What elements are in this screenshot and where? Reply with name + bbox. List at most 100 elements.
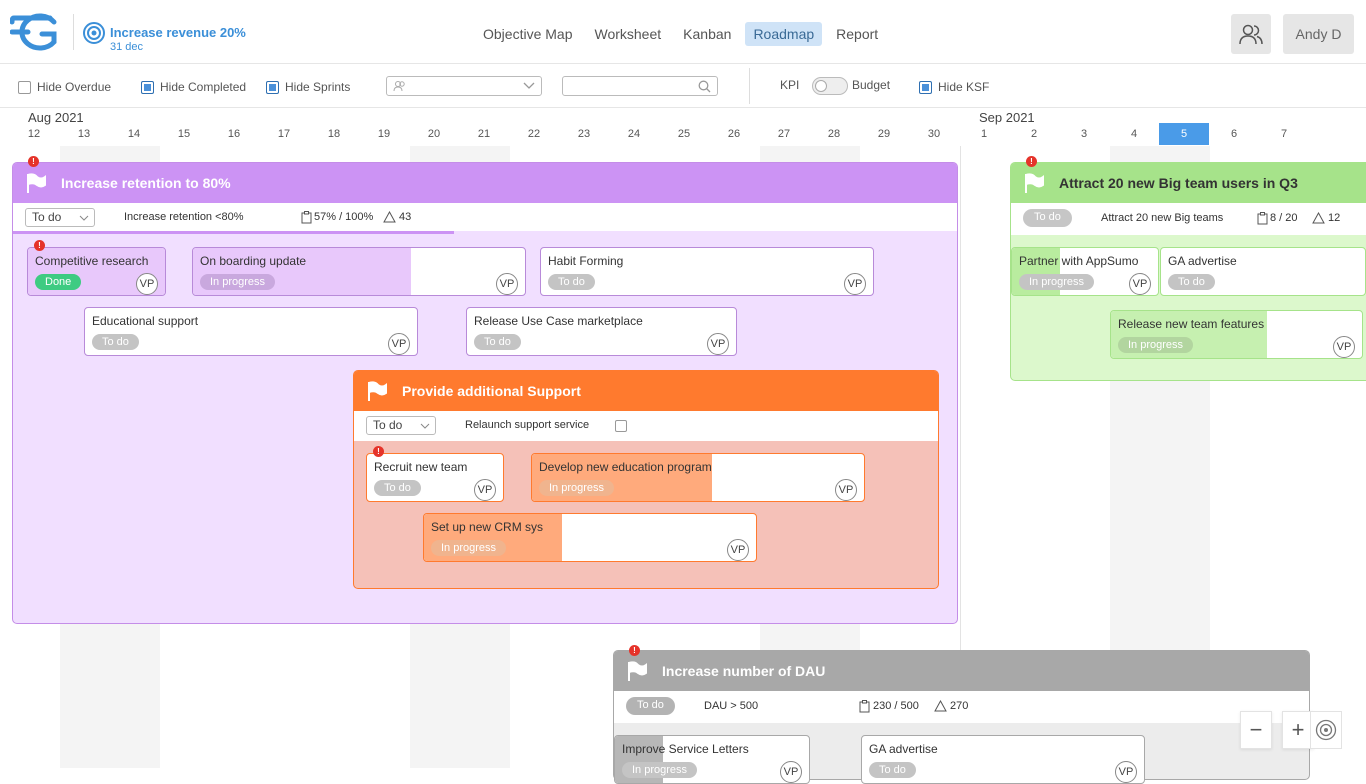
objective-header[interactable]: Provide additional Support xyxy=(354,371,938,411)
task-card[interactable]: Educational support To do VP xyxy=(84,307,418,356)
day-label: 3 xyxy=(1080,128,1088,140)
search-input[interactable] xyxy=(562,76,718,96)
tab-kanban[interactable]: Kanban xyxy=(675,22,739,46)
day-label: 23 xyxy=(577,128,591,140)
status-value: To do xyxy=(32,210,62,224)
task-card[interactable]: Set up new CRM sys In progress VP xyxy=(423,513,757,562)
card-status[interactable]: In progress xyxy=(431,540,507,556)
assignee-select[interactable] xyxy=(386,76,542,96)
day-label: 28 xyxy=(827,128,841,140)
tab-report[interactable]: Report xyxy=(828,22,886,46)
card-status[interactable]: To do xyxy=(92,334,139,350)
objective-title: Increase number of DAU xyxy=(662,663,826,679)
card-title: GA advertise xyxy=(1168,254,1237,268)
avatar[interactable]: VP xyxy=(1333,336,1355,358)
kpi-label: KPI xyxy=(780,78,800,92)
objective-header[interactable]: Attract 20 new Big team users in Q3 xyxy=(1011,163,1366,203)
day-label: 20 xyxy=(427,128,441,140)
card-status[interactable]: To do xyxy=(1168,274,1215,290)
card-status[interactable]: To do xyxy=(474,334,521,350)
avatar[interactable]: VP xyxy=(707,333,729,355)
card-status[interactable]: In progress xyxy=(1019,274,1095,290)
status-pill[interactable]: To do xyxy=(626,697,675,715)
card-status[interactable]: To do xyxy=(548,274,595,290)
chevron-down-icon xyxy=(523,82,535,89)
card-status[interactable]: In progress xyxy=(622,762,698,778)
card-status[interactable]: To do xyxy=(869,762,916,778)
task-card[interactable]: Recruit new team To do VP xyxy=(366,453,504,502)
flag-icon xyxy=(27,173,46,193)
hide-sprints-checkbox[interactable]: Hide Sprints xyxy=(266,80,350,94)
card-status[interactable]: To do xyxy=(374,480,421,496)
team-users-button[interactable] xyxy=(1231,14,1271,54)
avatar[interactable]: VP xyxy=(780,761,802,783)
tab-worksheet[interactable]: Worksheet xyxy=(586,22,669,46)
toggle-knob xyxy=(815,80,827,92)
card-status[interactable]: In progress xyxy=(539,480,615,496)
tab-objective-map[interactable]: Objective Map xyxy=(475,22,580,46)
checkbox-label: Hide Sprints xyxy=(285,80,351,94)
alert-icon: ! xyxy=(28,156,39,167)
objective-meta: To do Attract 20 new Big teams 8 / 20 12 xyxy=(1011,203,1366,235)
day-label: 4 xyxy=(1130,128,1138,140)
kpi-budget-toggle[interactable] xyxy=(812,77,848,95)
day-label: 6 xyxy=(1230,128,1238,140)
kpi-checkbox[interactable] xyxy=(615,420,627,432)
avatar[interactable]: VP xyxy=(844,273,866,295)
avatar[interactable]: VP xyxy=(1115,761,1137,783)
alert-icon: ! xyxy=(34,240,45,251)
checkbox-box[interactable] xyxy=(18,80,31,94)
clipboard-icon xyxy=(301,211,312,224)
task-card[interactable]: Competitive research Done VP xyxy=(27,247,166,296)
task-card[interactable]: On boarding update In progress VP xyxy=(192,247,526,296)
day-label: 17 xyxy=(277,128,291,140)
card-status[interactable]: Done xyxy=(35,274,82,290)
objective-header[interactable]: Increase number of DAU xyxy=(614,651,1309,691)
avatar[interactable]: VP xyxy=(136,273,158,295)
kpi-text: Relaunch support service xyxy=(465,419,590,431)
task-card[interactable]: GA advertise To do xyxy=(1160,247,1366,296)
task-card[interactable]: GA advertise To do VP xyxy=(861,735,1145,784)
task-card[interactable]: Release new team features In progress VP xyxy=(1110,310,1363,359)
zoom-out-button[interactable]: − xyxy=(1240,711,1272,749)
budget-label: Budget xyxy=(852,78,891,92)
card-title: Improve Service Letters xyxy=(622,742,749,756)
hide-overdue-checkbox[interactable]: Hide Overdue xyxy=(18,80,111,94)
task-card[interactable]: Develop new education program In progres… xyxy=(531,453,865,502)
status-select[interactable]: To do xyxy=(366,416,436,435)
checkbox-box[interactable] xyxy=(141,80,154,94)
objective-meta: To do Increase retention <80% 57% / 100%… xyxy=(13,203,957,234)
logo-divider xyxy=(73,14,74,50)
chevron-down-icon xyxy=(420,423,430,429)
goal-title[interactable]: Increase revenue 20% xyxy=(110,25,246,40)
checkbox-box[interactable] xyxy=(919,80,932,94)
card-status[interactable]: In progress xyxy=(200,274,276,290)
card-title: Recruit new team xyxy=(374,460,468,474)
avatar[interactable]: VP xyxy=(496,273,518,295)
avatar[interactable]: VP xyxy=(835,479,857,501)
filter-bar: Hide Overdue Hide Completed Hide Sprints… xyxy=(0,64,1366,108)
avatar[interactable]: VP xyxy=(1129,273,1151,295)
card-title: Competitive research xyxy=(35,254,149,268)
tab-roadmap[interactable]: Roadmap xyxy=(745,22,823,46)
task-card[interactable]: Release Use Case marketplace To do VP xyxy=(466,307,737,356)
checkbox-box[interactable] xyxy=(266,80,279,94)
status-pill[interactable]: To do xyxy=(1023,209,1072,227)
avatar[interactable]: VP xyxy=(727,539,749,561)
app-logo[interactable] xyxy=(10,12,64,52)
hide-completed-checkbox[interactable]: Hide Completed xyxy=(141,80,246,94)
objective-header[interactable]: Increase retention to 80% xyxy=(13,163,957,203)
task-card[interactable]: Partner with AppSumo In progress VP xyxy=(1011,247,1159,296)
today-marker: 5 xyxy=(1159,123,1209,145)
checkbox-label: Hide Overdue xyxy=(37,80,112,94)
hide-ksf-checkbox[interactable]: Hide KSF xyxy=(919,80,989,94)
avatar[interactable]: VP xyxy=(474,479,496,501)
task-card[interactable]: Improve Service Letters In progress VP xyxy=(614,735,810,784)
user-menu-button[interactable]: Andy D xyxy=(1283,14,1354,54)
task-card[interactable]: Habit Forming To do VP xyxy=(540,247,874,296)
checkbox-label: Hide KSF xyxy=(938,80,990,94)
avatar[interactable]: VP xyxy=(388,333,410,355)
card-status[interactable]: In progress xyxy=(1118,337,1194,353)
center-view-button[interactable] xyxy=(1310,711,1342,749)
status-select[interactable]: To do xyxy=(25,208,95,227)
